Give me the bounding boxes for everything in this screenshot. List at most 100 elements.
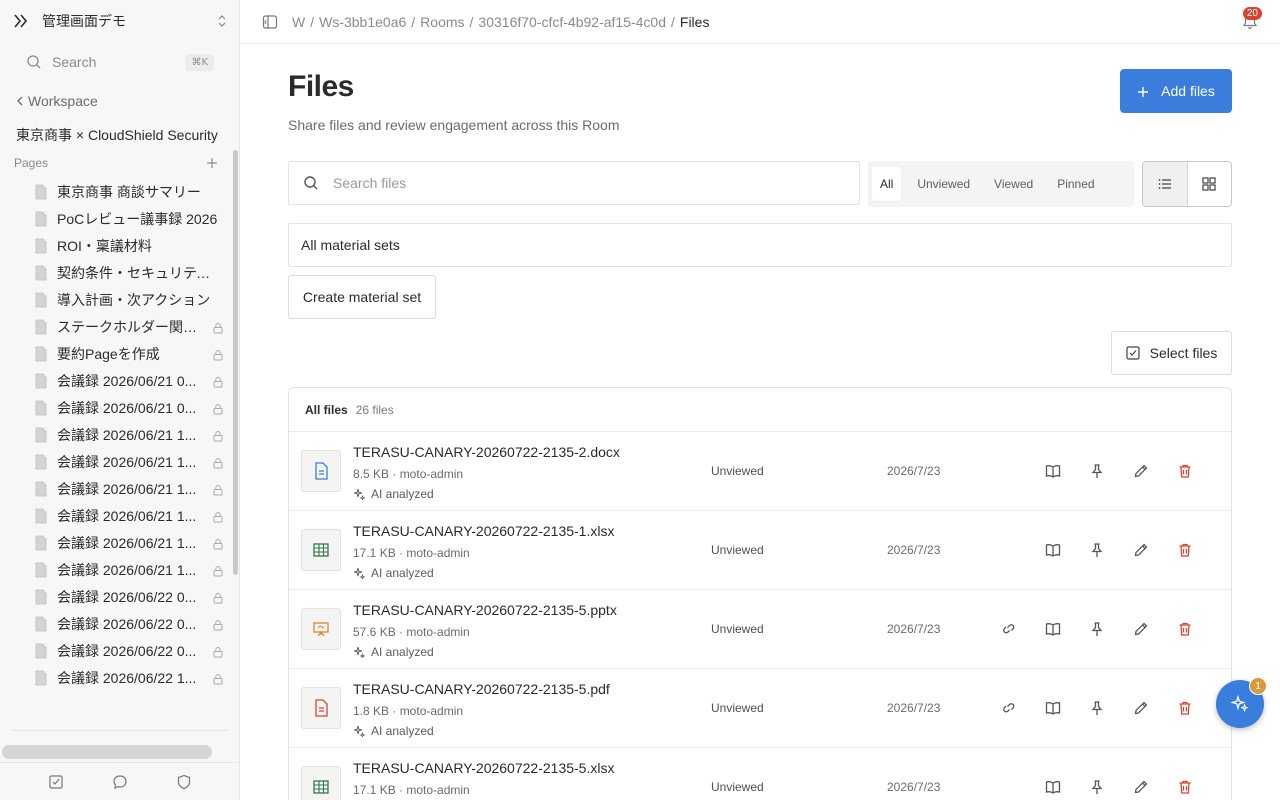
pin-file-button[interactable] — [1088, 462, 1106, 480]
page-title-text: 会議録 2026/06/22 1... — [57, 669, 197, 686]
trash-icon — [1179, 701, 1191, 715]
file-name[interactable]: TERASU-CANARY-20260722-2135-5.pdf — [353, 681, 610, 697]
file-name[interactable]: TERASU-CANARY-20260722-2135-5.xlsx — [353, 760, 614, 776]
file-rows: TERASU-CANARY-20260722-2135-2.docx 8.5 KB… — [289, 432, 1231, 800]
book-open-icon — [1045, 465, 1061, 478]
filter-tab-viewed[interactable]: Viewed — [982, 167, 1045, 201]
delete-file-button[interactable] — [1176, 620, 1194, 638]
delete-file-button[interactable] — [1176, 778, 1194, 796]
sidebar-page-item[interactable]: 会議録 2026/06/22 0... — [28, 583, 224, 610]
sidebar-search-placeholder: Search — [52, 54, 97, 70]
edit-file-button[interactable] — [1132, 541, 1150, 559]
pin-file-button[interactable] — [1088, 541, 1106, 559]
filter-tab-all[interactable]: All — [872, 167, 902, 201]
shield-icon[interactable] — [176, 774, 192, 790]
workspace-switcher[interactable]: 管理画面デモ — [12, 10, 228, 32]
list-view-button[interactable] — [1143, 162, 1188, 206]
page-doc-icon — [34, 373, 48, 389]
pin-file-button[interactable] — [1088, 620, 1106, 638]
breadcrumb-room-id[interactable]: 30316f70-cfcf-4b92-af15-4c0d — [478, 14, 666, 30]
page-doc-icon — [34, 643, 48, 659]
back-to-workspace[interactable]: Workspace — [14, 93, 98, 109]
add-files-button[interactable]: Add files — [1120, 69, 1232, 113]
edit-file-button[interactable] — [1132, 699, 1150, 717]
edit-icon — [1134, 464, 1148, 478]
lock-icon — [212, 321, 224, 333]
sidebar-scrollbar[interactable] — [233, 150, 238, 575]
book-open-icon — [1045, 544, 1061, 557]
room-title[interactable]: 東京商事 × CloudShield Security — [16, 125, 228, 145]
copy-link-button[interactable] — [1000, 699, 1018, 717]
sidebar-page-item[interactable]: PoCレビュー議事録 2026 — [28, 205, 224, 232]
sidebar-page-item[interactable]: 要約Pageを作成 — [28, 340, 224, 367]
view-file-button[interactable] — [1044, 620, 1062, 638]
sidebar-page-item[interactable]: 会議録 2026/06/21 1... — [28, 529, 224, 556]
sidebar-page-item[interactable]: ステークホルダー関係図 — [28, 313, 224, 340]
sidebar-search[interactable]: Search ⌘K — [16, 48, 214, 76]
sheet-file-icon — [301, 766, 341, 800]
edit-file-button[interactable] — [1132, 778, 1150, 796]
filter-tab-unviewed[interactable]: Unviewed — [905, 167, 982, 201]
grid-view-button[interactable] — [1188, 162, 1232, 206]
breadcrumb-separator: / — [411, 13, 416, 30]
sidebar-page-item[interactable]: 会議録 2026/06/21 1... — [28, 475, 224, 502]
lock-icon — [212, 402, 224, 414]
delete-file-button[interactable] — [1176, 462, 1194, 480]
filter-tab-pinned[interactable]: Pinned — [1045, 167, 1106, 201]
pin-icon — [1091, 780, 1103, 794]
sidebar-page-item[interactable]: 会議録 2026/06/21 0... — [28, 367, 224, 394]
pin-file-button[interactable] — [1088, 778, 1106, 796]
delete-file-button[interactable] — [1176, 699, 1194, 717]
breadcrumb-rooms[interactable]: Rooms — [420, 14, 464, 30]
delete-file-button[interactable] — [1176, 541, 1194, 559]
view-file-button[interactable] — [1044, 699, 1062, 717]
file-meta: 8.5 KB · moto-admin — [353, 467, 464, 481]
view-file-button[interactable] — [1044, 541, 1062, 559]
view-file-button[interactable] — [1044, 778, 1062, 796]
tasks-icon[interactable] — [48, 774, 64, 790]
pin-icon — [1091, 622, 1103, 636]
material-sets-selector[interactable]: All material sets — [288, 223, 1232, 267]
sparkle-icon — [353, 567, 365, 579]
sidebar-page-item[interactable]: 会議録 2026/06/21 1... — [28, 502, 224, 529]
chat-icon[interactable] — [112, 774, 128, 790]
search-files-input[interactable]: Search files — [288, 161, 860, 205]
sidebar-page-item[interactable]: ROI・稟議材料 — [28, 232, 224, 259]
pin-file-button[interactable] — [1088, 699, 1106, 717]
file-row[interactable]: TERASU-CANARY-20260722-2135-2.docx 8.5 KB… — [289, 432, 1231, 511]
sidebar-page-item[interactable]: 東京商事 商談サマリー — [28, 178, 224, 205]
create-material-set-button[interactable]: Create material set — [288, 275, 436, 319]
sidebar-horizontal-scrollbar[interactable] — [2, 745, 212, 759]
breadcrumb-workspace[interactable]: Ws-3bb1e0a6 — [319, 14, 406, 30]
file-row[interactable]: TERASU-CANARY-20260722-2135-5.pdf 1.8 KB … — [289, 669, 1231, 748]
file-row[interactable]: TERASU-CANARY-20260722-2135-1.xlsx 17.1 K… — [289, 511, 1231, 590]
page-title-text: 会議録 2026/06/21 1... — [57, 534, 197, 551]
sidebar-page-item[interactable]: 契約条件・セキュリティ要件 — [28, 259, 224, 286]
sidebar-page-item[interactable]: 会議録 2026/06/21 1... — [28, 421, 224, 448]
sidebar-page-item[interactable]: 会議録 2026/06/21 1... — [28, 448, 224, 475]
file-name[interactable]: TERASU-CANARY-20260722-2135-5.pptx — [353, 602, 617, 618]
page-doc-icon — [34, 319, 48, 335]
add-page-icon[interactable] — [206, 157, 218, 169]
sidebar-page-item[interactable]: 会議録 2026/06/21 1... — [28, 556, 224, 583]
file-name[interactable]: TERASU-CANARY-20260722-2135-2.docx — [353, 444, 620, 460]
ai-analyzed-tag: AI analyzed — [353, 645, 434, 659]
select-files-button[interactable]: Select files — [1111, 331, 1232, 375]
sidebar-page-item[interactable]: 会議録 2026/06/21 0... — [28, 394, 224, 421]
sidebar-page-item[interactable]: 会議録 2026/06/22 0... — [28, 610, 224, 637]
file-name[interactable]: TERASU-CANARY-20260722-2135-1.xlsx — [353, 523, 614, 539]
file-row[interactable]: TERASU-CANARY-20260722-2135-5.xlsx 17.1 K… — [289, 748, 1231, 800]
page-title-text: 会議録 2026/06/21 1... — [57, 507, 197, 524]
copy-link-button[interactable] — [1000, 620, 1018, 638]
sidebar-page-item[interactable]: 会議録 2026/06/22 0... — [28, 637, 224, 664]
plus-icon — [1137, 85, 1149, 97]
page-title-text: 会議録 2026/06/22 0... — [57, 588, 197, 605]
file-row[interactable]: TERASU-CANARY-20260722-2135-5.pptx 57.6 K… — [289, 590, 1231, 669]
sidebar-toggle-icon[interactable] — [262, 14, 278, 30]
view-file-button[interactable] — [1044, 462, 1062, 480]
breadcrumb-workspace-root[interactable]: W — [292, 14, 305, 30]
sidebar-page-item[interactable]: 導入計画・次アクション — [28, 286, 224, 313]
edit-file-button[interactable] — [1132, 620, 1150, 638]
sidebar-page-item[interactable]: 会議録 2026/06/22 1... — [28, 664, 224, 691]
edit-file-button[interactable] — [1132, 462, 1150, 480]
